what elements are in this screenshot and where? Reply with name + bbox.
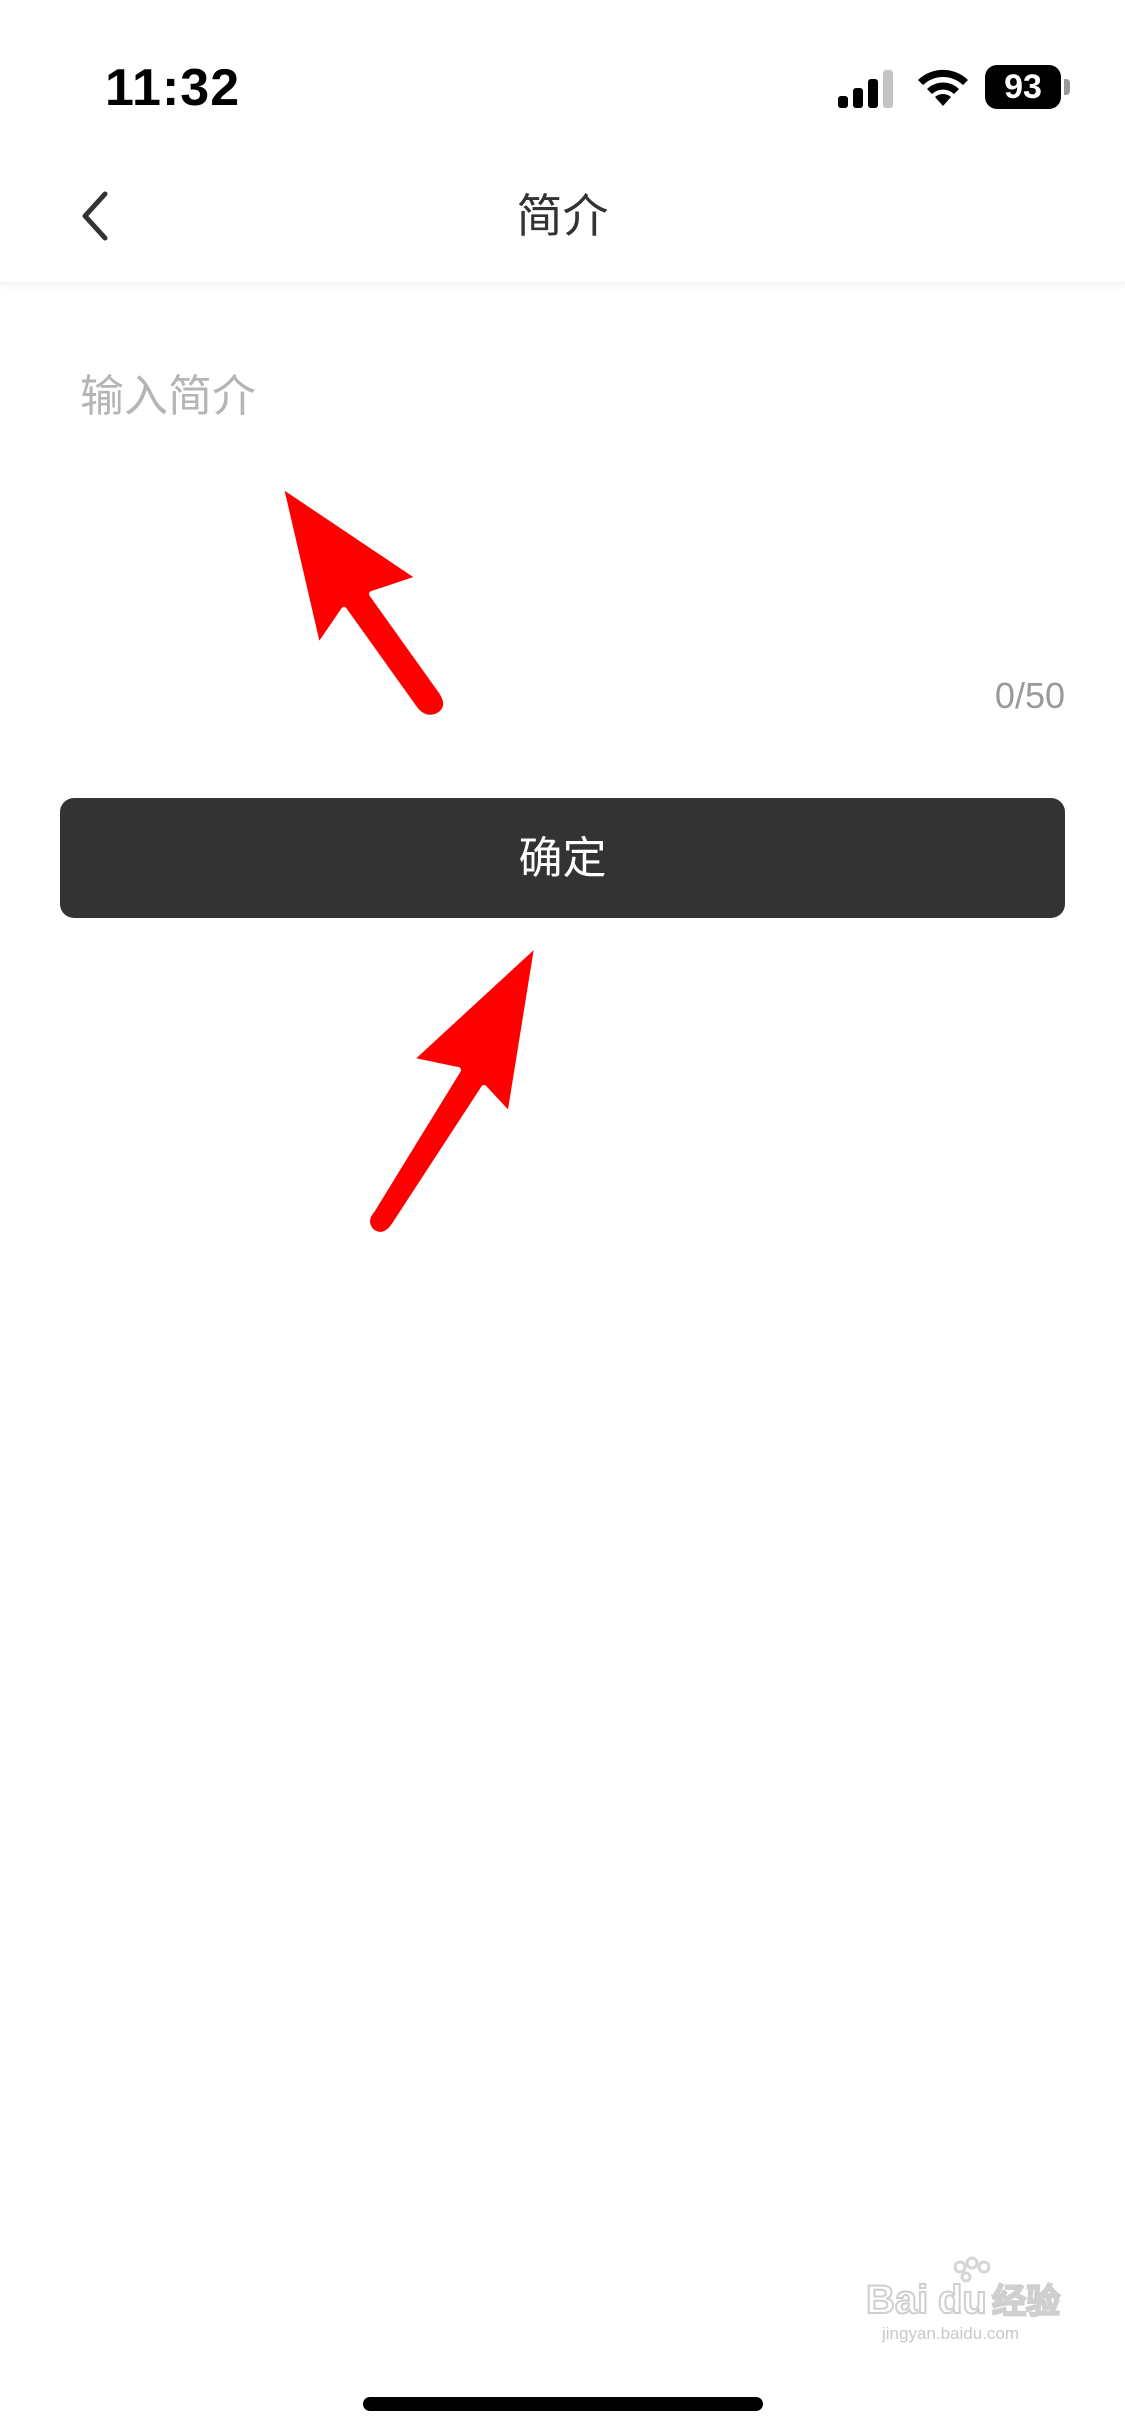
intro-input[interactable] (60, 360, 1065, 660)
battery-cap (1064, 79, 1070, 95)
back-button[interactable] (60, 180, 132, 252)
app-screen: 11:32 93 简介 0/50 确定 (0, 0, 1125, 2436)
svg-text:Bai: Bai (866, 2278, 928, 2322)
svg-text:du: du (938, 2278, 987, 2322)
battery-level: 93 (1004, 68, 1042, 106)
svg-text:经验: 经验 (992, 2282, 1060, 2322)
chevron-left-icon (82, 191, 108, 241)
battery-icon: 93 (985, 65, 1073, 109)
red-arrow-icon (364, 939, 541, 1238)
baidu-watermark: Bai du 经验 jingyan.baidu.com (865, 2256, 1061, 2343)
home-indicator[interactable] (363, 2397, 763, 2411)
wifi-icon (918, 69, 968, 106)
nav-bar: 简介 (0, 150, 1125, 283)
status-bar: 11:32 93 (0, 0, 1125, 150)
char-counter: 0/50 (994, 675, 1065, 716)
svg-text:jingyan.baidu.com: jingyan.baidu.com (881, 2324, 1019, 2343)
page-title: 简介 (516, 189, 609, 243)
signal-icon (838, 70, 893, 108)
status-time: 11:32 (105, 59, 241, 117)
confirm-button[interactable]: 确定 (60, 798, 1065, 918)
